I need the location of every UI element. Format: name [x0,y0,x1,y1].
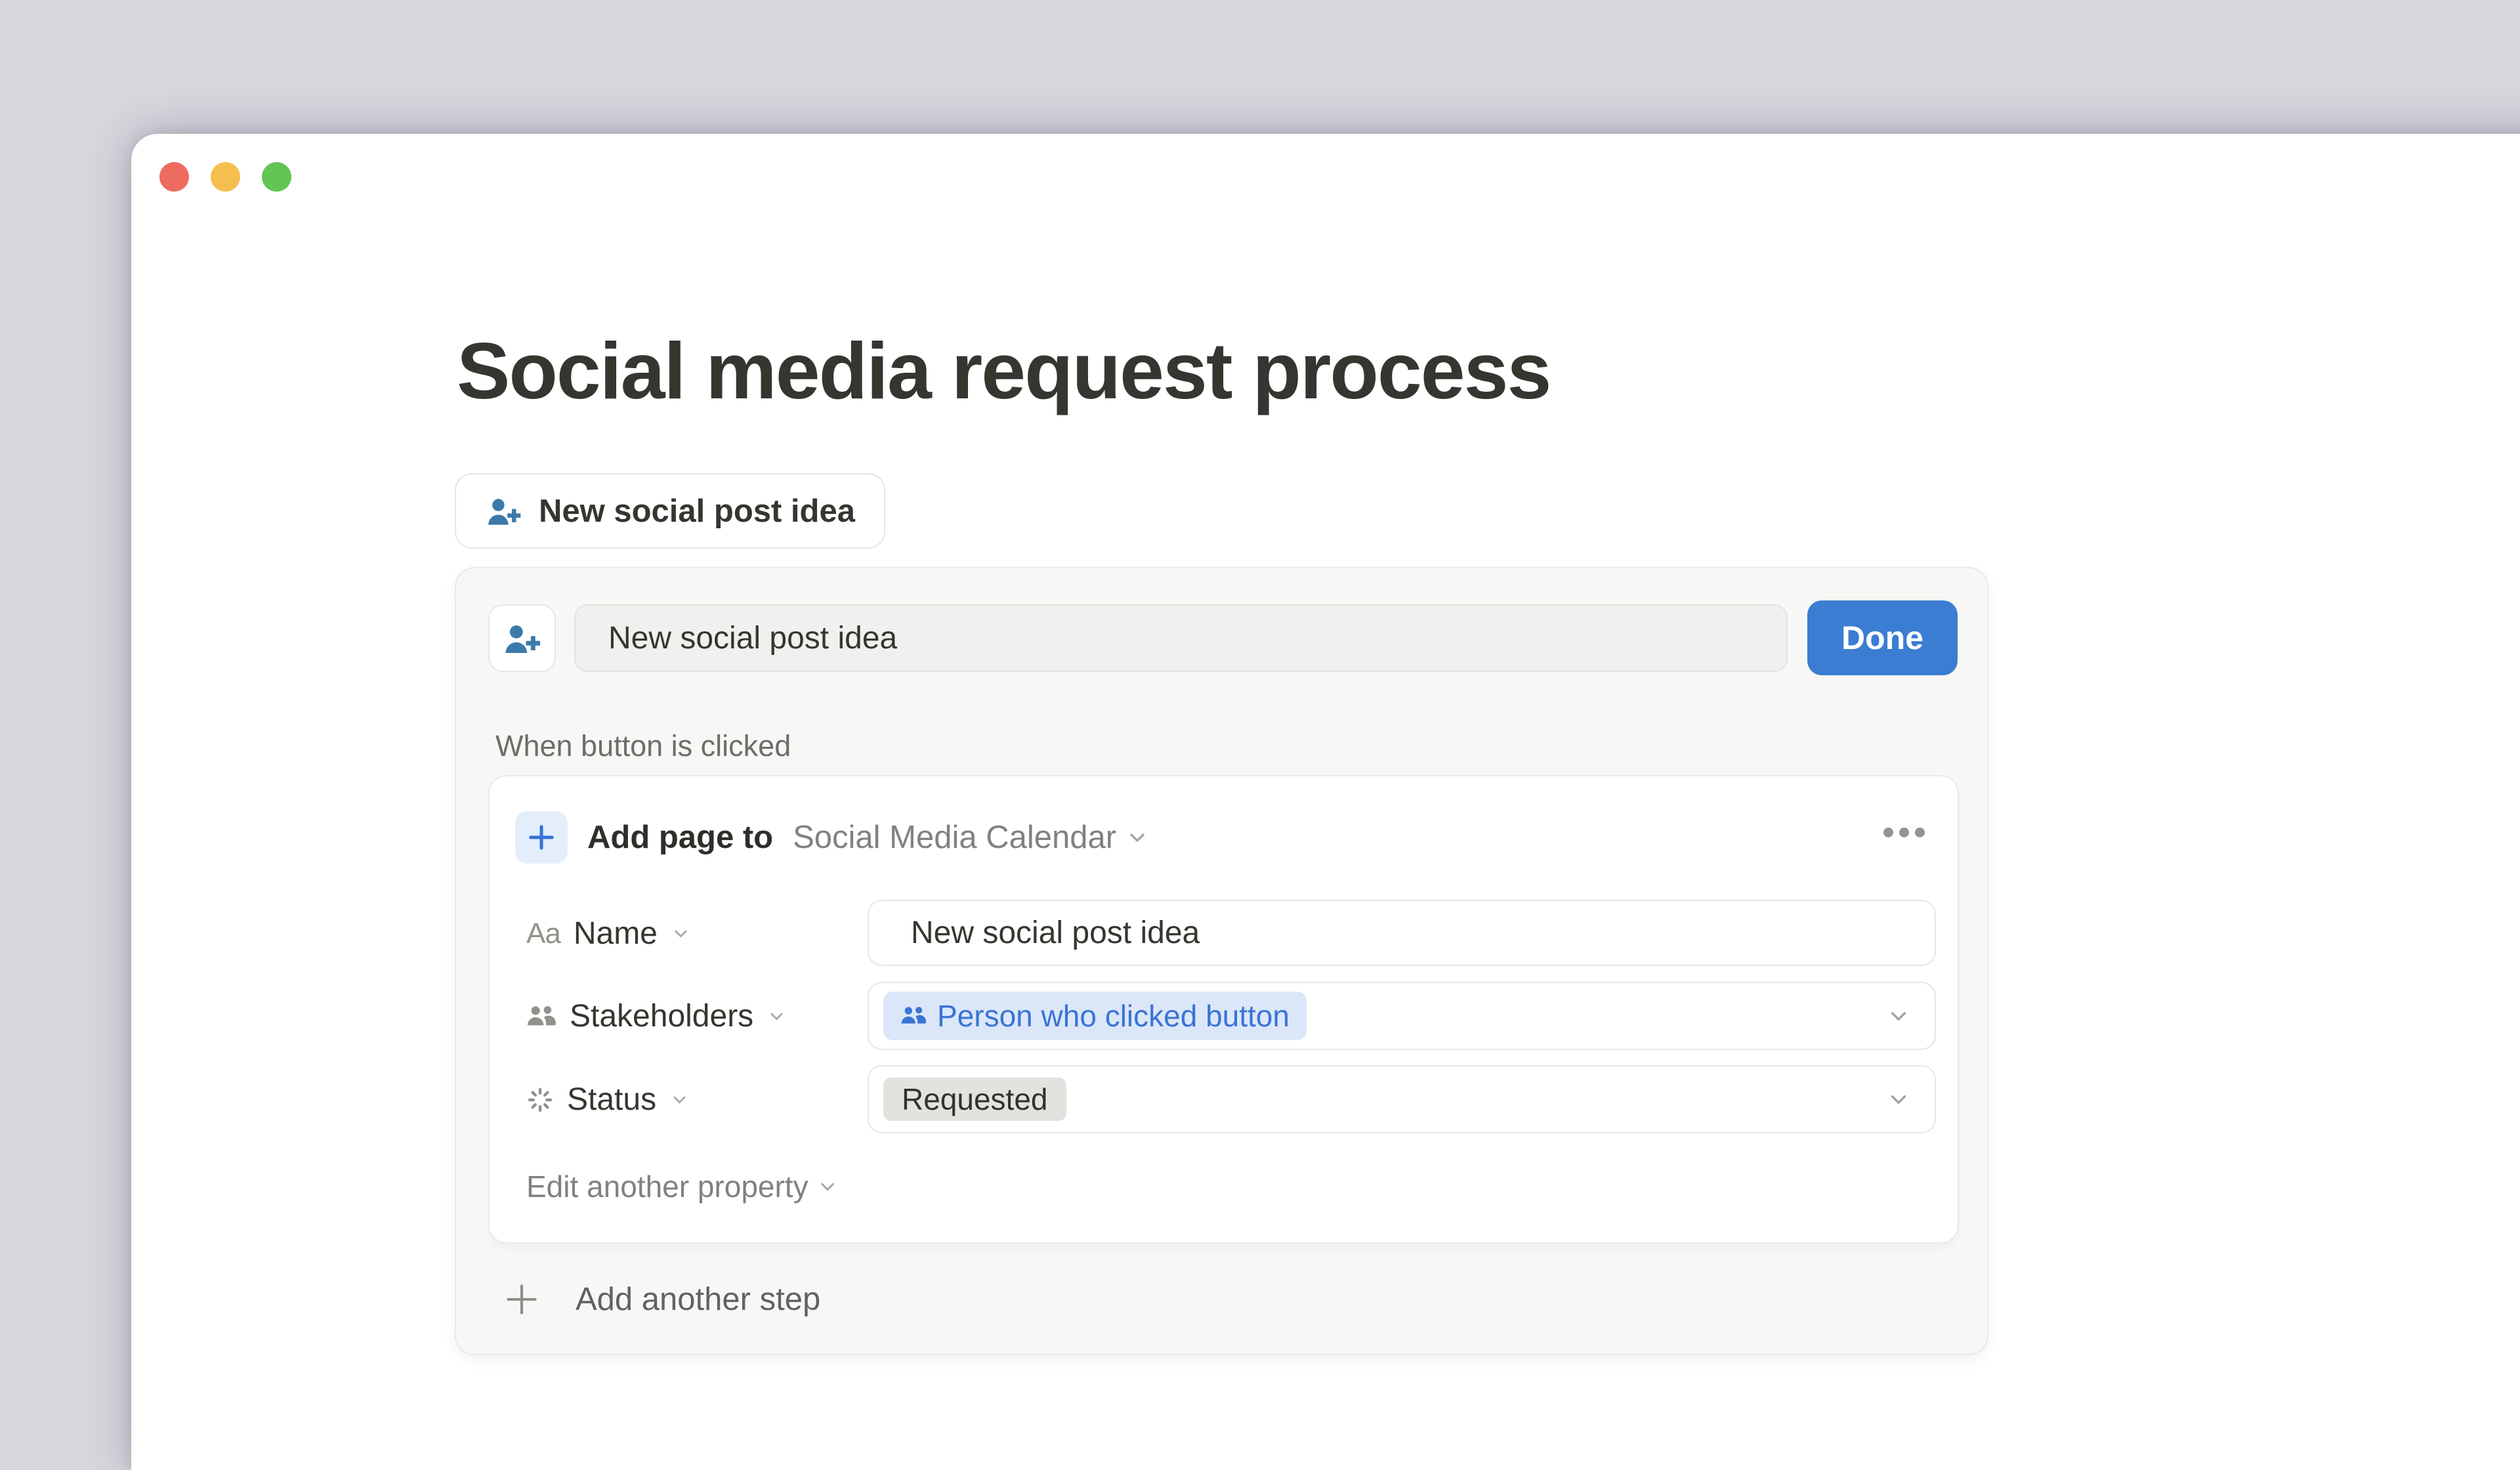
edit-another-property-button[interactable]: Edit another property [526,1169,837,1204]
person-plus-icon [485,495,523,528]
name-value-field[interactable] [868,900,1936,966]
people-icon [900,1005,927,1027]
status-chip[interactable]: Requested [883,1078,1066,1121]
new-social-post-button[interactable]: New social post idea [455,473,885,549]
done-button[interactable]: Done [1807,600,1958,675]
chevron-down-icon[interactable] [1887,1005,1910,1027]
person-plus-icon [502,621,543,656]
name-value-input[interactable] [869,915,1882,951]
text-property-icon: Aa [526,917,560,950]
chevron-down-icon [768,1007,786,1025]
button-name-input[interactable] [574,604,1788,672]
plus-icon [505,1282,539,1316]
target-database-name: Social Media Calendar [793,819,1116,856]
person-chip[interactable]: Person who clicked button [883,992,1307,1040]
ellipsis-icon [1883,828,1893,837]
button-icon-tile[interactable] [488,604,556,672]
chevron-down-icon [672,925,690,942]
chevron-down-icon[interactable] [1887,1088,1910,1110]
ellipsis-icon [1899,828,1909,837]
ellipsis-icon [1915,828,1925,837]
add-page-row: Add page to Social Media Calendar [515,811,1148,864]
zoom-button[interactable] [262,162,291,192]
action-label: Add page to [587,819,773,856]
close-button[interactable] [159,162,189,192]
trigger-caption: When button is clicked [495,729,791,763]
step-card: Add page to Social Media Calendar Aa Nam… [488,775,1959,1244]
chevron-down-icon [671,1091,688,1108]
button-label: New social post idea [539,493,855,530]
add-another-step-button[interactable]: Add another step [505,1281,820,1318]
more-options-button[interactable] [1883,828,1925,837]
status-value-field[interactable]: Requested [868,1065,1936,1133]
add-page-icon-tile[interactable] [515,811,568,864]
minimize-button[interactable] [211,162,240,192]
property-label-status[interactable]: Status [526,1082,688,1118]
button-automation-panel: Done When button is clicked Add page to … [455,567,1988,1355]
chevron-down-icon [1127,827,1148,848]
chevron-down-icon [818,1177,837,1196]
page-title: Social media request process [457,323,1550,419]
property-label-name[interactable]: Aa Name [526,915,690,952]
window-controls [159,162,291,192]
property-label-stakeholders[interactable]: Stakeholders [526,998,786,1034]
app-window: Social media request process New social … [131,134,2520,1470]
plus-icon [526,822,556,852]
target-database-select[interactable]: Social Media Calendar [793,819,1148,856]
people-icon [526,1003,556,1030]
status-spinner-icon [526,1086,554,1114]
stakeholders-value-field[interactable]: Person who clicked button [868,982,1936,1050]
